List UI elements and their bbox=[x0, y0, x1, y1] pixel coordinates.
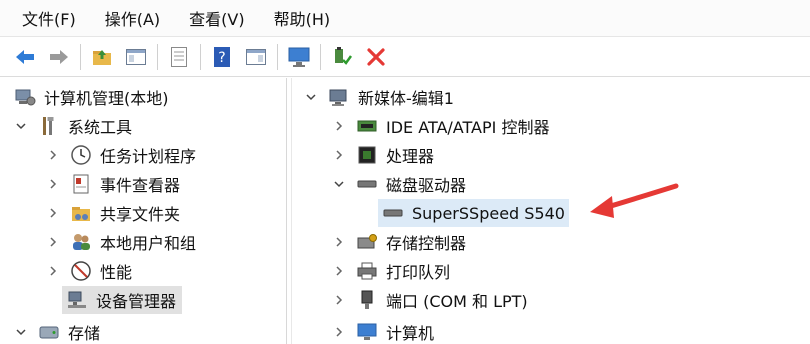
device-category-label: 磁盘驱动器 bbox=[386, 176, 467, 195]
tree-item-system-tools[interactable]: 系统工具 bbox=[14, 112, 132, 140]
device-item-supersspeed-s540[interactable]: SuperSSpeed S540 bbox=[378, 199, 569, 227]
menu-action[interactable]: 操作(A) bbox=[87, 6, 171, 30]
users-icon bbox=[70, 231, 92, 253]
device-manager-icon bbox=[66, 289, 88, 311]
storage-icon bbox=[38, 321, 60, 343]
tools-icon bbox=[38, 115, 60, 137]
device-category-label: 计算机 bbox=[386, 324, 435, 343]
toolbar-separator bbox=[80, 43, 81, 70]
tree-item-device-manager[interactable]: 设备管理器 bbox=[62, 286, 183, 314]
tree-item-label: 存储 bbox=[68, 324, 101, 343]
enable-device-icon[interactable] bbox=[329, 44, 355, 70]
performance-icon bbox=[70, 260, 92, 282]
tree-item-label: 事件查看器 bbox=[100, 176, 181, 195]
device-root-label: 新媒体-编辑1 bbox=[358, 89, 454, 108]
tree-item-label: 设备管理器 bbox=[96, 292, 177, 311]
tree-item-label: 性能 bbox=[100, 263, 133, 282]
menu-bar: 文件(F) 操作(A) 查看(V) 帮助(H) bbox=[0, 0, 810, 37]
computer-management-icon bbox=[14, 86, 36, 108]
svg-text:?: ? bbox=[218, 50, 225, 66]
device-category-computer[interactable]: 计算机 bbox=[332, 318, 434, 344]
chevron-right-icon[interactable] bbox=[332, 264, 346, 278]
chevron-down-icon[interactable] bbox=[332, 177, 346, 191]
printer-icon bbox=[356, 260, 378, 282]
disk-drive-icon bbox=[382, 202, 404, 224]
device-category-label: 处理器 bbox=[386, 147, 435, 166]
chevron-down-icon[interactable] bbox=[14, 119, 28, 133]
chevron-down-icon[interactable] bbox=[304, 90, 318, 104]
menu-file[interactable]: 文件(F) bbox=[0, 6, 87, 30]
tree-item-label: 本地用户和组 bbox=[100, 234, 197, 253]
uninstall-icon[interactable] bbox=[363, 44, 389, 70]
device-category-label: IDE ATA/ATAPI 控制器 bbox=[386, 118, 550, 137]
ide-controller-icon bbox=[356, 115, 378, 137]
tree-item-performance[interactable]: 性能 bbox=[46, 257, 132, 285]
tree-item-storage[interactable]: 存储 bbox=[14, 318, 100, 344]
tree-item-label: 共享文件夹 bbox=[100, 205, 181, 224]
chevron-right-icon[interactable] bbox=[332, 148, 346, 162]
chevron-right-icon[interactable] bbox=[46, 148, 60, 162]
up-folder-icon[interactable] bbox=[89, 44, 115, 70]
chevron-right-icon[interactable] bbox=[46, 177, 60, 191]
tree-item-event-viewer[interactable]: 事件查看器 bbox=[46, 170, 180, 198]
tree-item-label: 任务计划程序 bbox=[100, 147, 197, 166]
tree-item-label: 系统工具 bbox=[68, 118, 133, 137]
toolbar-separator bbox=[200, 43, 201, 70]
forward-icon[interactable] bbox=[46, 44, 72, 70]
tree-item-local-users-groups[interactable]: 本地用户和组 bbox=[46, 228, 196, 256]
console-tree-pane: 计算机管理(本地) 系统工具 任务计划程序 事件查看器 共享文件夹 本地用户和组… bbox=[0, 78, 287, 344]
device-category-print-queues[interactable]: 打印队列 bbox=[332, 257, 450, 285]
tree-root-label: 计算机管理(本地) bbox=[44, 89, 169, 108]
chevron-right-icon[interactable] bbox=[332, 119, 346, 133]
tree-item-shared-folders[interactable]: 共享文件夹 bbox=[46, 199, 180, 227]
event-viewer-icon bbox=[70, 173, 92, 195]
monitor-icon[interactable] bbox=[286, 44, 312, 70]
device-category-disk-drives[interactable]: 磁盘驱动器 bbox=[332, 170, 466, 198]
properties-icon[interactable] bbox=[166, 44, 192, 70]
processor-icon bbox=[356, 144, 378, 166]
show-hide-tree-icon[interactable] bbox=[123, 44, 149, 70]
clock-icon bbox=[70, 144, 92, 166]
chevron-right-icon[interactable] bbox=[46, 235, 60, 249]
device-item-label: SuperSSpeed S540 bbox=[412, 203, 565, 223]
chevron-right-icon[interactable] bbox=[46, 264, 60, 278]
menu-help[interactable]: 帮助(H) bbox=[256, 6, 342, 30]
tree-item-task-scheduler[interactable]: 任务计划程序 bbox=[46, 141, 196, 169]
storage-controller-icon bbox=[356, 231, 378, 253]
chevron-right-icon[interactable] bbox=[46, 206, 60, 220]
device-category-label: 存储控制器 bbox=[386, 234, 467, 253]
back-icon[interactable] bbox=[12, 44, 38, 70]
toolbar-separator bbox=[157, 43, 158, 70]
chevron-down-icon[interactable] bbox=[14, 325, 28, 339]
tree-root-computer-management[interactable]: 计算机管理(本地) bbox=[14, 83, 169, 111]
chevron-right-icon[interactable] bbox=[332, 235, 346, 249]
monitor-icon bbox=[356, 321, 378, 343]
toolbar-separator bbox=[320, 43, 321, 70]
port-icon bbox=[356, 289, 378, 311]
toolbar: ? bbox=[0, 37, 810, 77]
device-category-ide[interactable]: IDE ATA/ATAPI 控制器 bbox=[332, 112, 549, 140]
device-tree-pane: 新媒体-编辑1 IDE ATA/ATAPI 控制器 处理器 磁盘驱动器 Supe… bbox=[291, 78, 810, 344]
device-category-processor[interactable]: 处理器 bbox=[332, 141, 434, 169]
chevron-right-icon[interactable] bbox=[332, 325, 346, 339]
menu-view[interactable]: 查看(V) bbox=[171, 6, 255, 30]
computer-icon bbox=[328, 86, 350, 108]
device-category-ports[interactable]: 端口 (COM 和 LPT) bbox=[332, 286, 528, 314]
chevron-right-icon[interactable] bbox=[332, 293, 346, 307]
device-category-label: 打印队列 bbox=[386, 263, 451, 282]
device-category-storage-controllers[interactable]: 存储控制器 bbox=[332, 228, 466, 256]
device-category-label: 端口 (COM 和 LPT) bbox=[386, 292, 528, 311]
toolbar-separator bbox=[277, 43, 278, 70]
device-tree-root[interactable]: 新媒体-编辑1 bbox=[304, 83, 454, 111]
action-pane-icon[interactable] bbox=[243, 44, 269, 70]
shared-folder-icon bbox=[70, 202, 92, 224]
disk-drive-icon bbox=[356, 173, 378, 195]
help-icon[interactable]: ? bbox=[209, 44, 235, 70]
